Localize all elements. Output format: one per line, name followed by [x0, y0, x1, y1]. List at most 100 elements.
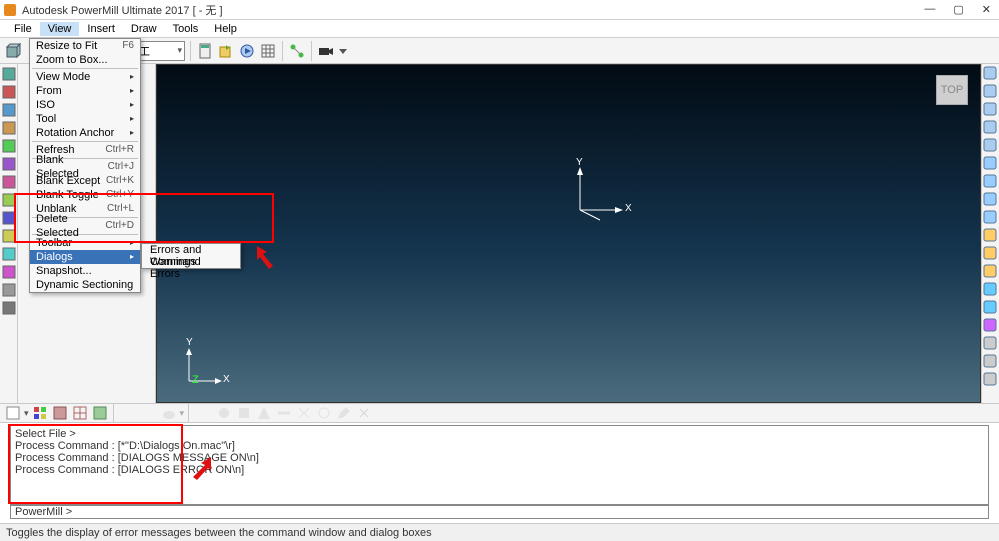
menu-item-label: View Mode: [36, 70, 90, 84]
menu-item[interactable]: Blank ToggleCtrl+Y: [30, 188, 140, 202]
menu-item[interactable]: ISO▸: [30, 98, 140, 112]
menu-item[interactable]: Blank SelectedCtrl+J: [30, 160, 140, 174]
pencil-icon[interactable]: [335, 404, 353, 422]
menu-tools[interactable]: Tools: [165, 22, 207, 36]
menu-item-label: Resize to Fit: [36, 39, 97, 53]
close-icon[interactable]: [355, 404, 373, 422]
dialogs-submenu[interactable]: Errors and WarningsCommand Errors: [141, 243, 241, 269]
left-tool-3[interactable]: [1, 120, 17, 136]
tool-b-icon[interactable]: [235, 404, 253, 422]
right-tool-15[interactable]: [983, 336, 999, 352]
shade2-icon[interactable]: [91, 404, 109, 422]
view-cube-label: TOP: [941, 84, 963, 96]
right-tool-5[interactable]: [983, 156, 999, 172]
right-tool-9[interactable]: [983, 228, 999, 244]
menu-item[interactable]: Dialogs▸: [30, 250, 140, 264]
tool-c-icon[interactable]: [255, 404, 273, 422]
color-pick-icon[interactable]: [31, 404, 49, 422]
viewport-3d[interactable]: TOP Y X Z Y X: [156, 64, 981, 403]
cube-icon[interactable]: [4, 42, 22, 60]
connect-icon[interactable]: [288, 42, 306, 60]
menu-item[interactable]: Toolbar▸: [30, 236, 140, 250]
shade-icon[interactable]: [51, 404, 69, 422]
left-tool-1[interactable]: [1, 84, 17, 100]
submenu-arrow-icon: ▸: [130, 70, 134, 84]
menu-item[interactable]: Rotation Anchor▸: [30, 126, 140, 140]
right-tool-11[interactable]: [983, 264, 999, 280]
calculator-icon[interactable]: [196, 42, 214, 60]
right-tool-1[interactable]: [983, 84, 999, 100]
menu-item[interactable]: View Mode ▸: [30, 70, 140, 84]
tool-a-icon[interactable]: [215, 404, 233, 422]
left-tool-4[interactable]: [1, 138, 17, 154]
tool-e-icon[interactable]: [295, 404, 313, 422]
right-tool-8[interactable]: [983, 210, 999, 226]
chevron-down-icon[interactable]: ▾: [180, 408, 185, 419]
simulate-icon[interactable]: [238, 42, 256, 60]
menu-item[interactable]: Blank ExceptCtrl+K: [30, 174, 140, 188]
tool-d-icon[interactable]: [275, 404, 293, 422]
view-cube[interactable]: TOP: [936, 75, 968, 105]
cloud-icon[interactable]: [160, 404, 178, 422]
menu-item[interactable]: Delete SelectedCtrl+D: [30, 219, 140, 233]
camera-icon[interactable]: [317, 42, 335, 60]
wire-icon[interactable]: [71, 404, 89, 422]
left-tool-7[interactable]: [1, 192, 17, 208]
menu-item[interactable]: Zoom to Box...: [30, 53, 140, 67]
explorer-icon[interactable]: [4, 404, 22, 422]
left-tool-5[interactable]: [1, 156, 17, 172]
right-tool-3[interactable]: [983, 120, 999, 136]
left-tool-6[interactable]: [1, 174, 17, 190]
left-tool-12[interactable]: [1, 282, 17, 298]
menu-item[interactable]: From▸: [30, 84, 140, 98]
axis-y-label: Y: [576, 157, 583, 168]
chevron-down-icon[interactable]: [338, 42, 348, 60]
menu-insert[interactable]: Insert: [79, 22, 123, 36]
minimize-button[interactable]: —: [924, 3, 935, 16]
right-tool-17[interactable]: [983, 372, 999, 388]
right-tool-0[interactable]: [983, 66, 999, 82]
right-tool-10[interactable]: [983, 246, 999, 262]
output-icon[interactable]: [217, 42, 235, 60]
right-tool-16[interactable]: [983, 354, 999, 370]
left-tool-10[interactable]: [1, 246, 17, 262]
right-tool-2[interactable]: [983, 102, 999, 118]
maximize-button[interactable]: ▢: [953, 3, 963, 16]
left-tool-13[interactable]: [1, 300, 17, 316]
menu-draw[interactable]: Draw: [123, 22, 165, 36]
left-tool-0[interactable]: [1, 66, 17, 82]
menu-file[interactable]: File: [6, 22, 40, 36]
right-tool-13[interactable]: [983, 300, 999, 316]
right-tool-6[interactable]: [983, 174, 999, 190]
menu-shortcut: Ctrl+K: [106, 174, 134, 188]
chevron-down-icon[interactable]: ▾: [24, 408, 29, 419]
left-tool-2[interactable]: [1, 102, 17, 118]
menu-item[interactable]: Snapshot...: [30, 264, 140, 278]
right-toolbar: [981, 64, 999, 403]
right-tool-14[interactable]: [983, 318, 999, 334]
app-logo-icon: [4, 4, 16, 16]
menu-shortcut: Ctrl+L: [107, 202, 134, 216]
menu-view[interactable]: View: [40, 22, 80, 36]
menu-help[interactable]: Help: [206, 22, 245, 36]
submenu-item[interactable]: Errors and Warnings: [142, 244, 240, 256]
right-tool-7[interactable]: [983, 192, 999, 208]
view-menu-dropdown[interactable]: Resize to FitF6Zoom to Box...View Mode▸F…: [29, 38, 141, 293]
submenu-item[interactable]: Command Errors: [142, 256, 240, 268]
left-tool-8[interactable]: [1, 210, 17, 226]
grid-icon[interactable]: [259, 42, 277, 60]
window-title: Autodesk PowerMill Ultimate 2017 [ - 无 ]: [22, 2, 223, 18]
left-tool-11[interactable]: [1, 264, 17, 280]
close-button[interactable]: ✕: [982, 3, 991, 16]
tool-f-icon[interactable]: [315, 404, 333, 422]
right-tool-12[interactable]: [983, 282, 999, 298]
submenu-arrow-icon: ▸: [130, 126, 134, 140]
command-input-bar[interactable]: PowerMill >: [10, 505, 989, 519]
toolbar-sep: [113, 403, 114, 423]
command-window[interactable]: Select File >Process Command : [*"D:\Dia…: [10, 425, 989, 505]
left-tool-9[interactable]: [1, 228, 17, 244]
menu-item[interactable]: Tool▸: [30, 112, 140, 126]
menu-item[interactable]: Dynamic Sectioning: [30, 278, 140, 292]
menu-item[interactable]: Resize to FitF6: [30, 39, 140, 53]
right-tool-4[interactable]: [983, 138, 999, 154]
